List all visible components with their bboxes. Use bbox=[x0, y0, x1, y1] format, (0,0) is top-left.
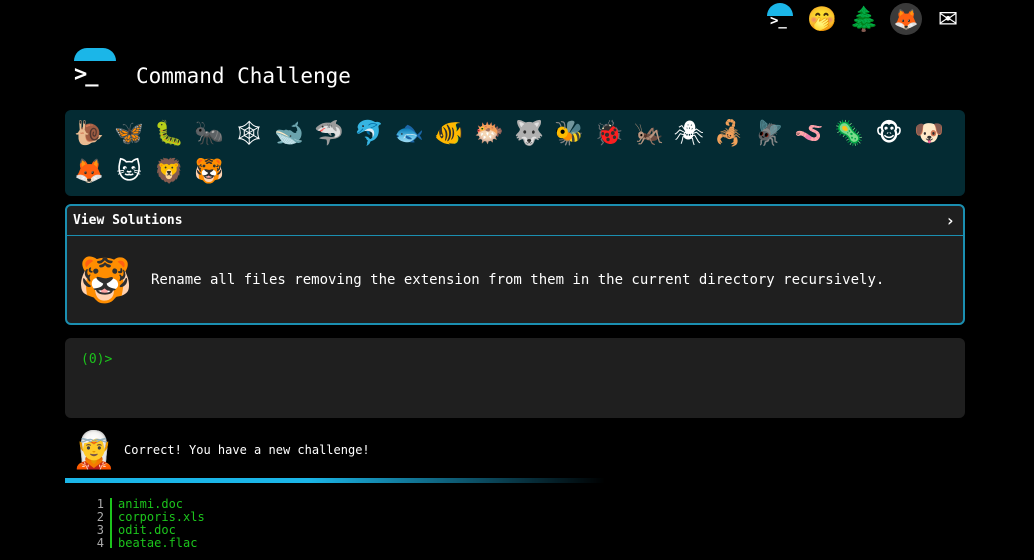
result-message: 🧝 Correct! You have a new challenge! bbox=[72, 428, 370, 472]
lion-icon[interactable]: 🦁 bbox=[149, 152, 189, 190]
scorpion-icon[interactable]: 🦂 bbox=[709, 114, 749, 152]
view-solutions-label: View Solutions bbox=[73, 213, 183, 228]
monkey-icon[interactable]: 🐵 bbox=[869, 114, 909, 152]
line-separator bbox=[110, 511, 112, 524]
shell-prompt: (0)> bbox=[81, 352, 113, 367]
whale-icon[interactable]: 🐋 bbox=[269, 114, 309, 152]
ladybug-icon[interactable]: 🐞 bbox=[589, 114, 629, 152]
file-listing: 1 animi.doc 2 corporis.xls 3 odit.doc 4 beatae.… bbox=[96, 498, 205, 548]
logo-prompt-icon: >_ bbox=[74, 62, 98, 87]
terminal-input-area[interactable]: (0)> bbox=[65, 338, 965, 418]
butterfly-icon[interactable]: 🦋 bbox=[109, 114, 149, 152]
page-title: Command Challenge bbox=[136, 64, 351, 88]
logo-dome bbox=[74, 48, 116, 61]
tiger-icon: 🐯 bbox=[77, 254, 133, 306]
challenge-task: Rename all files removing the extension … bbox=[151, 271, 885, 288]
dolphin-icon[interactable]: 🐬 bbox=[349, 114, 389, 152]
challenge-animals-bar: 🐌 🦋 🐛 🐜 🕸 🐋 🦈 🐬 🐟 🐠 🐡 🐺 🐝 🐞 🦗 🕷 🦂 🪰 🪱 🦠 🐵 🐶 🦊 🐱 🦁 🐯 bbox=[65, 110, 965, 196]
line-number: 4 bbox=[96, 536, 104, 549]
gitlab-icon[interactable]: 🦊 bbox=[890, 3, 922, 35]
wolf-icon[interactable]: 🐺 bbox=[509, 114, 549, 152]
caterpillar-icon[interactable]: 🐛 bbox=[149, 114, 189, 152]
ant-icon[interactable]: 🐜 bbox=[189, 114, 229, 152]
challenge-card: View Solutions › 🐯 Rename all files remo… bbox=[65, 204, 965, 325]
shush-face-icon[interactable]: 🤭 bbox=[806, 3, 838, 35]
microbe-icon[interactable]: 🦠 bbox=[829, 114, 869, 152]
tropical-fish-icon[interactable]: 🐠 bbox=[429, 114, 469, 152]
terminal-prompt-glyph: >_ bbox=[770, 13, 787, 29]
line-separator bbox=[110, 524, 112, 537]
worm-icon[interactable]: 🪱 bbox=[789, 114, 829, 152]
spider-web-icon[interactable]: 🕸 bbox=[229, 114, 269, 152]
dog-icon[interactable]: 🐶 bbox=[909, 114, 949, 152]
blowfish-icon[interactable]: 🐡 bbox=[469, 114, 509, 152]
snail-icon[interactable]: 🐌 bbox=[69, 114, 109, 152]
result-text: Correct! You have a new challenge! bbox=[124, 443, 370, 457]
spider-icon[interactable]: 🕷 bbox=[669, 114, 709, 152]
fish-icon[interactable]: 🐟 bbox=[389, 114, 429, 152]
tiger-icon[interactable]: 🐯 bbox=[189, 152, 229, 190]
progress-bar bbox=[65, 478, 605, 483]
cat-icon[interactable]: 🐱 bbox=[109, 152, 149, 190]
bee-icon[interactable]: 🐝 bbox=[549, 114, 589, 152]
top-nav: >_ 🤭 🌲 🦊 ✉ bbox=[764, 3, 964, 35]
fox-icon[interactable]: 🦊 bbox=[69, 152, 109, 190]
elf-icon: 🧝 bbox=[71, 430, 117, 471]
terminal-icon[interactable]: >_ bbox=[764, 3, 796, 35]
fly-icon[interactable]: 🪰 bbox=[749, 114, 789, 152]
line-separator bbox=[110, 537, 112, 548]
line-separator bbox=[110, 498, 112, 511]
cricket-icon[interactable]: 🦗 bbox=[629, 114, 669, 152]
view-solutions-toggle[interactable]: View Solutions › bbox=[67, 206, 963, 236]
shark-icon[interactable]: 🦈 bbox=[309, 114, 349, 152]
site-logo[interactable]: >_ bbox=[72, 48, 116, 92]
mail-icon[interactable]: ✉ bbox=[932, 3, 964, 35]
challenge-body: 🐯 Rename all files removing the extensio… bbox=[67, 236, 963, 323]
chevron-right-icon: › bbox=[945, 211, 955, 230]
file-row: 4 beatae.flac bbox=[96, 537, 205, 548]
file-name: beatae.flac bbox=[118, 536, 198, 549]
tree-icon[interactable]: 🌲 bbox=[848, 3, 880, 35]
